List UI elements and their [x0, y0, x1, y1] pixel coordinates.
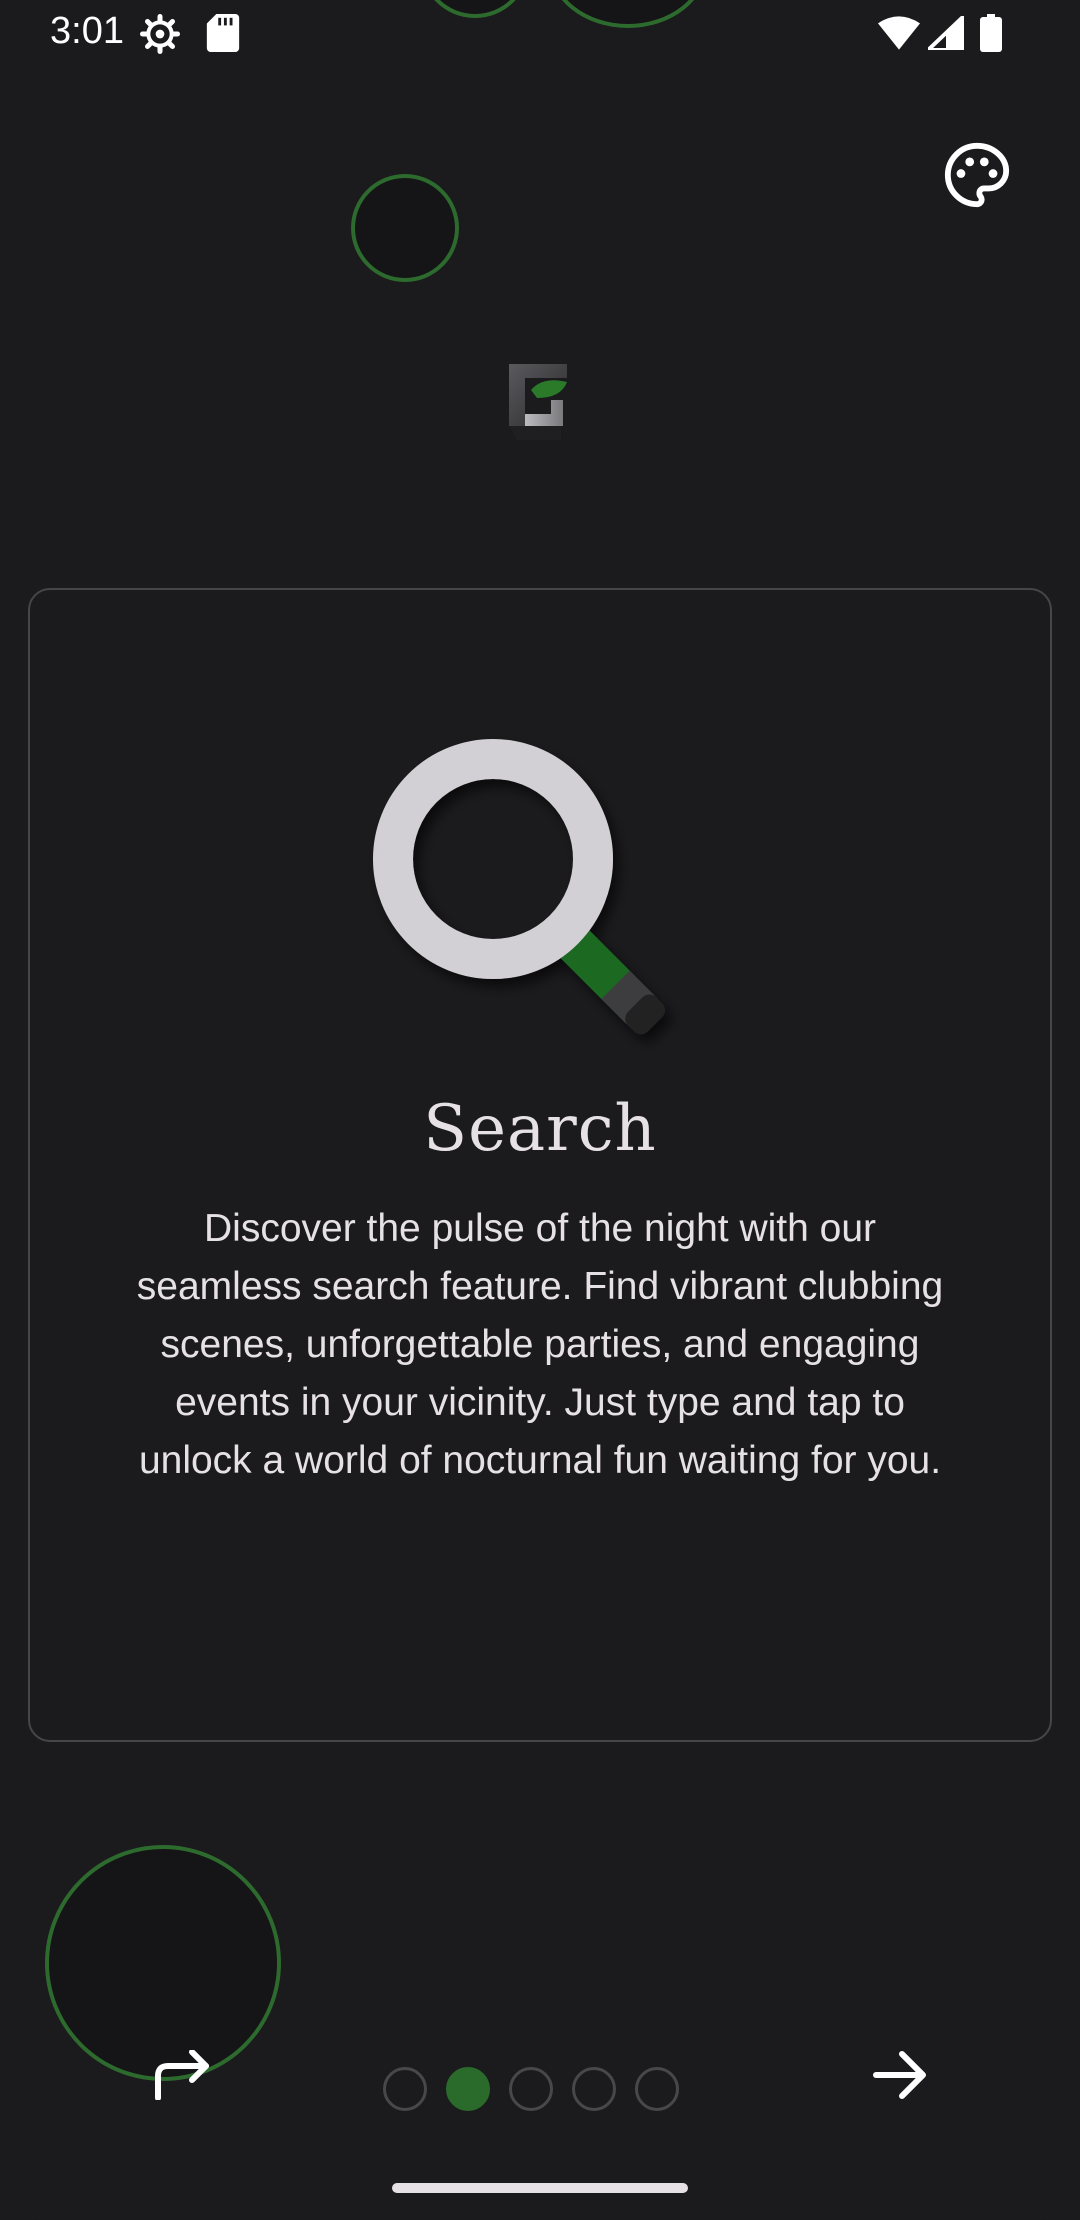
page-indicator: [383, 2067, 679, 2111]
decorative-bubble: [351, 174, 459, 282]
home-indicator[interactable]: [392, 2183, 688, 2193]
signal-icon: [928, 16, 964, 50]
page-dot[interactable]: [635, 2067, 679, 2111]
sd-card-icon: [206, 14, 240, 52]
decorative-bubble: [45, 1845, 281, 2081]
page-dot[interactable]: [509, 2067, 553, 2111]
search-magnifier-icon: [373, 739, 666, 1035]
palette-icon[interactable]: [942, 140, 1012, 210]
page-dot[interactable]: [383, 2067, 427, 2111]
status-bar: 3:01: [0, 0, 1080, 68]
feature-title: Search: [423, 1092, 657, 1166]
app-logo-icon: [509, 364, 567, 440]
status-time: 3:01: [50, 10, 124, 52]
wifi-icon: [878, 16, 920, 50]
page-dot[interactable]: [572, 2067, 616, 2111]
feature-description: Discover the pulse of the night with our…: [136, 1207, 944, 1482]
arrow-forward-icon[interactable]: [872, 2050, 928, 2100]
skip-arrow-icon[interactable]: [152, 2050, 212, 2100]
page-dot-active[interactable]: [446, 2067, 490, 2111]
onboarding-screen: 3:01 Search Discover the pulse of the ni…: [0, 0, 1080, 2220]
battery-icon: [980, 14, 1002, 52]
settings-icon: [140, 14, 180, 54]
